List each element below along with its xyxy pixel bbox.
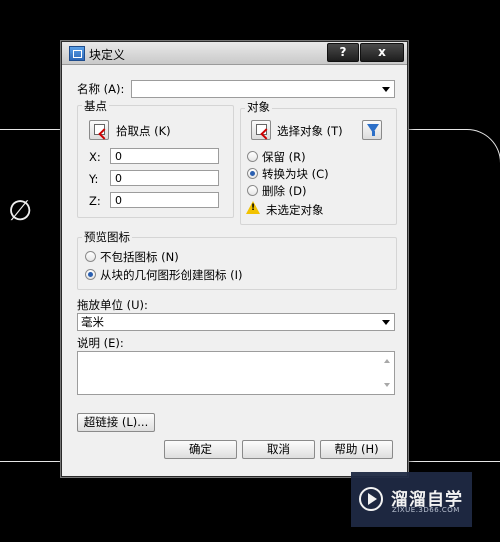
- drawing-line-top: [0, 129, 61, 130]
- cancel-button[interactable]: 取消: [242, 440, 315, 459]
- close-button[interactable]: x: [360, 43, 404, 62]
- watermark-url: ZIXUE.3D66.COM: [392, 506, 460, 514]
- help-title-button[interactable]: ?: [327, 43, 359, 62]
- hyperlink-button[interactable]: 超链接 (L)...: [77, 413, 155, 432]
- select-objects-button[interactable]: [251, 120, 271, 140]
- base-point-title: 基点: [82, 98, 109, 114]
- preview-title: 预览图标: [82, 229, 132, 245]
- diameter-symbol: ∅: [8, 194, 33, 227]
- help-button[interactable]: 帮助 (H): [320, 440, 393, 459]
- ok-button[interactable]: 确定: [164, 440, 237, 459]
- units-combo[interactable]: 毫米: [77, 313, 395, 331]
- y-field[interactable]: 0: [110, 170, 219, 186]
- retain-label: 保留 (R): [262, 150, 306, 164]
- z-field[interactable]: 0: [110, 192, 219, 208]
- z-label: Z:: [89, 194, 101, 208]
- play-logo-icon: [359, 487, 383, 511]
- block-app-icon: [69, 46, 85, 61]
- scroll-up-icon[interactable]: [384, 359, 390, 363]
- retain-radio[interactable]: [247, 151, 258, 162]
- title-bar[interactable]: 块定义 ? x: [62, 42, 407, 65]
- filter-stem-icon: [372, 131, 375, 136]
- drawing-curve: [440, 129, 500, 170]
- drawing-line-bottom: [0, 461, 61, 462]
- units-value: 毫米: [81, 315, 104, 329]
- drawing-line-bottom-right: [406, 461, 500, 462]
- y-label: Y:: [89, 172, 99, 186]
- description-field[interactable]: [77, 351, 395, 395]
- watermark: 溜溜自学 ZIXUE.3D66.COM: [351, 472, 472, 527]
- quick-select-button[interactable]: [362, 120, 382, 140]
- delete-radio[interactable]: [247, 185, 258, 196]
- delete-label: 删除 (D): [262, 184, 307, 198]
- no-icon-radio[interactable]: [85, 251, 96, 262]
- units-label: 拖放单位 (U):: [77, 298, 148, 312]
- select-objects-label: 选择对象 (T): [277, 124, 343, 138]
- convert-to-block-radio[interactable]: [247, 168, 258, 179]
- convert-to-block-label: 转换为块 (C): [262, 167, 329, 181]
- pick-point-icon: [94, 124, 105, 135]
- chevron-down-icon[interactable]: [382, 320, 390, 325]
- name-label: 名称 (A):: [77, 82, 125, 96]
- objects-title: 对象: [245, 99, 272, 115]
- name-combo[interactable]: [131, 80, 395, 98]
- pick-point-label: 拾取点 (K): [116, 124, 171, 138]
- pick-point-button[interactable]: [89, 120, 109, 140]
- no-icon-label: 不包括图标 (N): [100, 250, 179, 264]
- create-icon-radio[interactable]: [85, 269, 96, 280]
- warning-exclamation: !: [251, 203, 256, 213]
- block-definition-dialog: 块定义 ? x 名称 (A): 基点 拾取点 (K) X: 0 Y: 0 Z: …: [61, 41, 408, 477]
- scroll-down-icon[interactable]: [384, 383, 390, 387]
- warning-text: 未选定对象: [266, 203, 324, 217]
- create-icon-label: 从块的几何图形创建图标 (I): [100, 268, 243, 282]
- x-field[interactable]: 0: [110, 148, 219, 164]
- description-label: 说明 (E):: [77, 336, 124, 350]
- dialog-title: 块定义: [89, 48, 126, 62]
- chevron-down-icon[interactable]: [382, 87, 390, 92]
- select-objects-icon: [256, 124, 267, 135]
- x-label: X:: [89, 150, 101, 164]
